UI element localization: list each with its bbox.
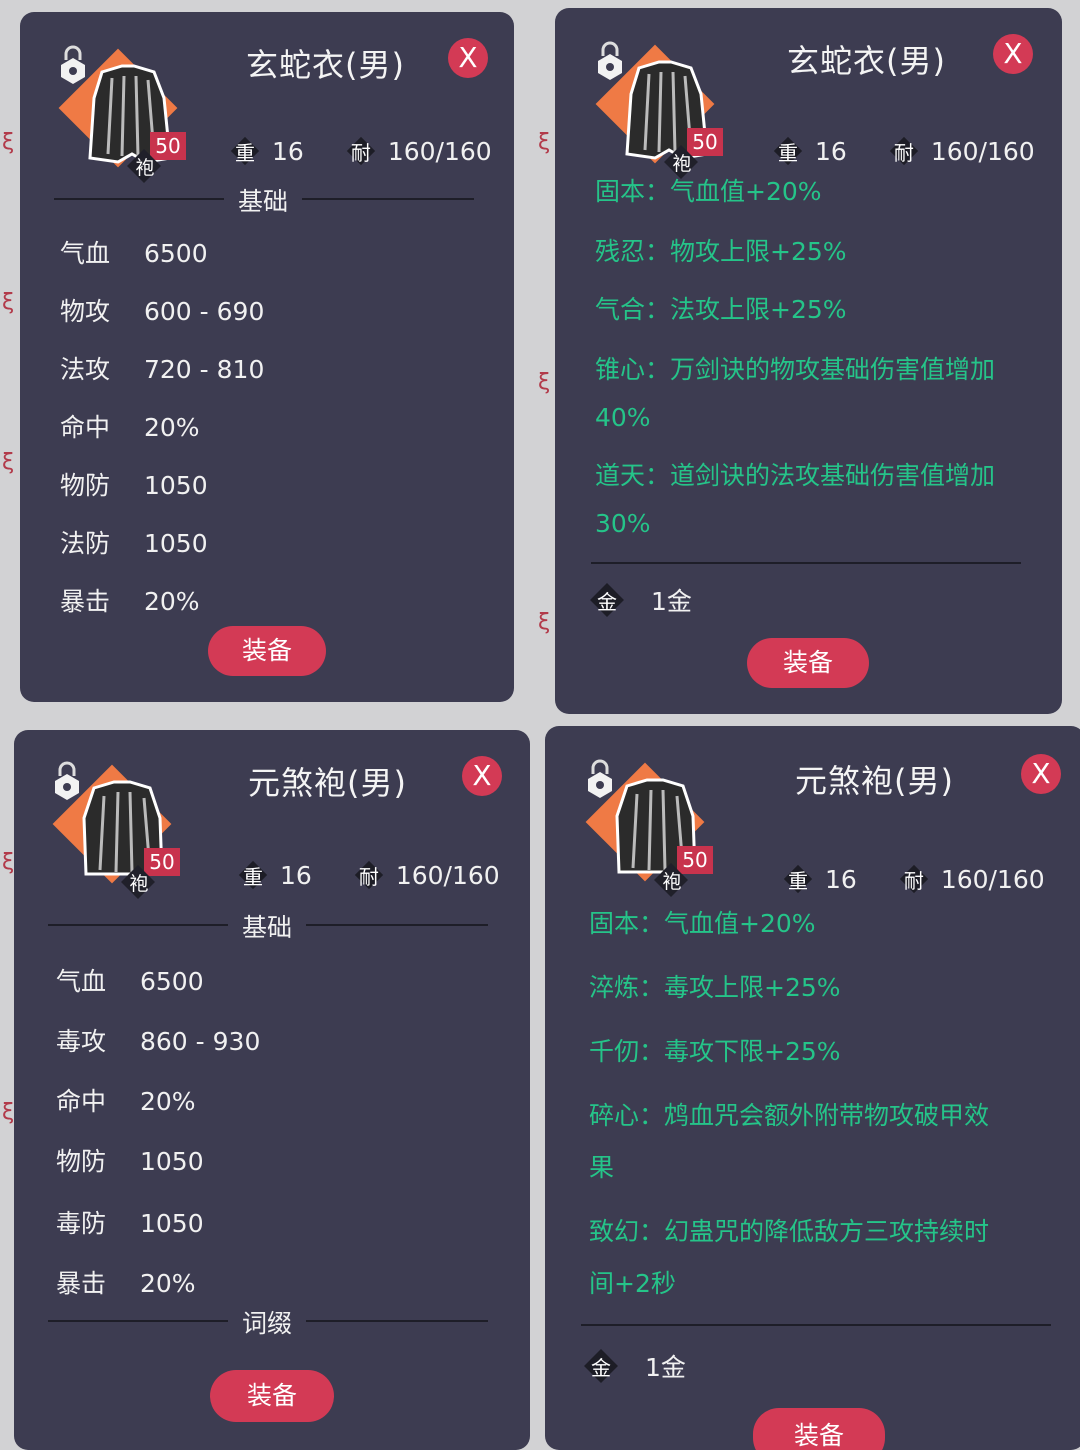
close-button[interactable]: X — [448, 38, 488, 78]
item-title: 玄蛇衣(男) — [246, 46, 405, 84]
item-icon: 50 袍 — [52, 760, 192, 900]
background-marker: ξ — [2, 450, 15, 475]
item-icon: 50 袍 — [595, 40, 735, 180]
equip-button[interactable]: 装备 — [208, 626, 326, 676]
weight-value: 16 — [825, 864, 857, 894]
item-meta: 重 16 耐 160/160 — [783, 864, 1045, 894]
close-button[interactable]: X — [462, 756, 502, 796]
effect-line: 残忍：物攻上限+25% — [595, 237, 847, 266]
durability-icon: 耐 — [346, 136, 376, 166]
item-tooltip-panel: 50 袍 元煞袍(男) X 重 16 耐 160/160 基础 气血 6500 毒… — [14, 730, 530, 1450]
weight-icon: 重 — [230, 136, 260, 166]
stat-row: 法攻 720 - 810 — [60, 355, 265, 384]
category-badge: 袍 — [127, 149, 162, 184]
item-icon: 50 袍 — [585, 758, 725, 898]
stat-row: 暴击 20% — [56, 1269, 196, 1298]
divider — [591, 562, 1021, 564]
stat-row: 命中 20% — [56, 1087, 196, 1116]
section-title-base: 基础 — [228, 908, 307, 944]
stat-row: 毒防 1050 — [56, 1209, 204, 1238]
item-tooltip-panel: 50 袍 元煞袍(男) X 重 16 耐 160/160 固本：气血值+20% … — [545, 726, 1080, 1450]
item-title: 元煞袍(男) — [248, 764, 407, 802]
stat-row: 物防 1050 — [56, 1147, 204, 1176]
stat-row: 气血 6500 — [56, 967, 204, 996]
background-marker: ξ — [2, 850, 15, 875]
stat-row: 毒攻 860 - 930 — [56, 1027, 261, 1056]
effect-line: 致幻：幻蛊咒的降低敌方三攻持续时 — [589, 1217, 990, 1246]
durability-icon: 耐 — [899, 864, 929, 894]
stat-row: 暴击 20% — [60, 587, 200, 616]
gold-icon: 金 — [583, 1348, 619, 1384]
background-marker: ξ — [538, 610, 551, 635]
effect-line: 果 — [589, 1153, 615, 1182]
price-row: 金 1金 — [589, 582, 692, 618]
effect-line: 碎心：鸩血咒会额外附带物攻破甲效 — [589, 1101, 990, 1130]
lock-icon — [598, 41, 622, 80]
effect-line: 40% — [595, 403, 651, 432]
effect-line: 固本：气血值+20% — [595, 177, 822, 206]
effect-line: 气合：法攻上限+25% — [595, 295, 847, 324]
category-badge: 袍 — [654, 863, 689, 898]
price-value: 1金 — [651, 587, 692, 616]
close-button[interactable]: X — [993, 34, 1033, 74]
background-marker: ξ — [2, 290, 15, 315]
stat-row: 气血 6500 — [60, 239, 208, 268]
weight-icon: 重 — [773, 136, 803, 166]
item-tooltip-panel: 50 袍 玄蛇衣(男) X 重 16 耐 160/160 固本：气血值+20% … — [555, 8, 1062, 714]
item-tooltip-panel: 50 袍 玄蛇衣(男) X 重 16 耐 160/160 基础 气血 6500 物… — [20, 12, 514, 702]
background-marker: ξ — [2, 1100, 15, 1125]
item-meta: 重 16 耐 160/160 — [773, 136, 1035, 166]
durability-icon: 耐 — [889, 136, 919, 166]
section-title-base: 基础 — [224, 182, 303, 218]
stat-row: 物攻 600 - 690 — [60, 297, 265, 326]
weight-value: 16 — [815, 136, 847, 166]
weight-icon: 重 — [783, 864, 813, 894]
lock-icon — [61, 45, 85, 84]
equip-button[interactable]: 装备 — [753, 1408, 885, 1450]
background-marker: ξ — [538, 370, 551, 395]
gold-icon: 金 — [589, 582, 625, 618]
divider — [581, 1324, 1051, 1326]
durability-icon: 耐 — [354, 860, 384, 890]
category-badge: 袍 — [121, 865, 156, 900]
item-title: 元煞袍(男) — [795, 762, 954, 800]
lock-icon — [588, 759, 612, 798]
durability-value: 160/160 — [940, 864, 1045, 894]
effect-line: 千仞：毒攻下限+25% — [589, 1037, 841, 1066]
effect-line: 间+2秒 — [589, 1269, 676, 1298]
effect-line: 固本：气血值+20% — [589, 909, 816, 938]
weight-value: 16 — [272, 136, 304, 166]
effect-line: 淬炼：毒攻上限+25% — [589, 973, 841, 1002]
durability-value: 160/160 — [395, 860, 500, 890]
lock-icon — [55, 761, 79, 800]
item-icon: 50 袍 — [58, 44, 198, 184]
item-title: 玄蛇衣(男) — [787, 42, 946, 80]
effect-line: 30% — [595, 509, 651, 538]
stat-row: 物防 1050 — [60, 471, 208, 500]
close-button[interactable]: X — [1021, 754, 1061, 794]
item-meta: 重 16 耐 160/160 — [238, 860, 500, 890]
durability-value: 160/160 — [387, 136, 492, 166]
stat-row: 命中 20% — [60, 413, 200, 442]
weight-icon: 重 — [238, 860, 268, 890]
background-marker: ξ — [2, 130, 15, 155]
section-title-affix: 词缀 — [228, 1304, 307, 1340]
background-marker: ξ — [538, 130, 551, 155]
durability-value: 160/160 — [930, 136, 1035, 166]
effect-line: 锥心：万剑诀的物攻基础伤害值增加 — [595, 355, 996, 384]
price-row: 金 1金 — [583, 1348, 686, 1384]
equip-button[interactable]: 装备 — [747, 638, 869, 688]
stat-row: 法防 1050 — [60, 529, 208, 558]
item-meta: 重 16 耐 160/160 — [230, 136, 492, 166]
effect-line: 道天：道剑诀的法攻基础伤害值增加 — [595, 461, 996, 490]
price-value: 1金 — [645, 1353, 686, 1382]
equip-button[interactable]: 装备 — [210, 1370, 334, 1422]
weight-value: 16 — [280, 860, 312, 890]
